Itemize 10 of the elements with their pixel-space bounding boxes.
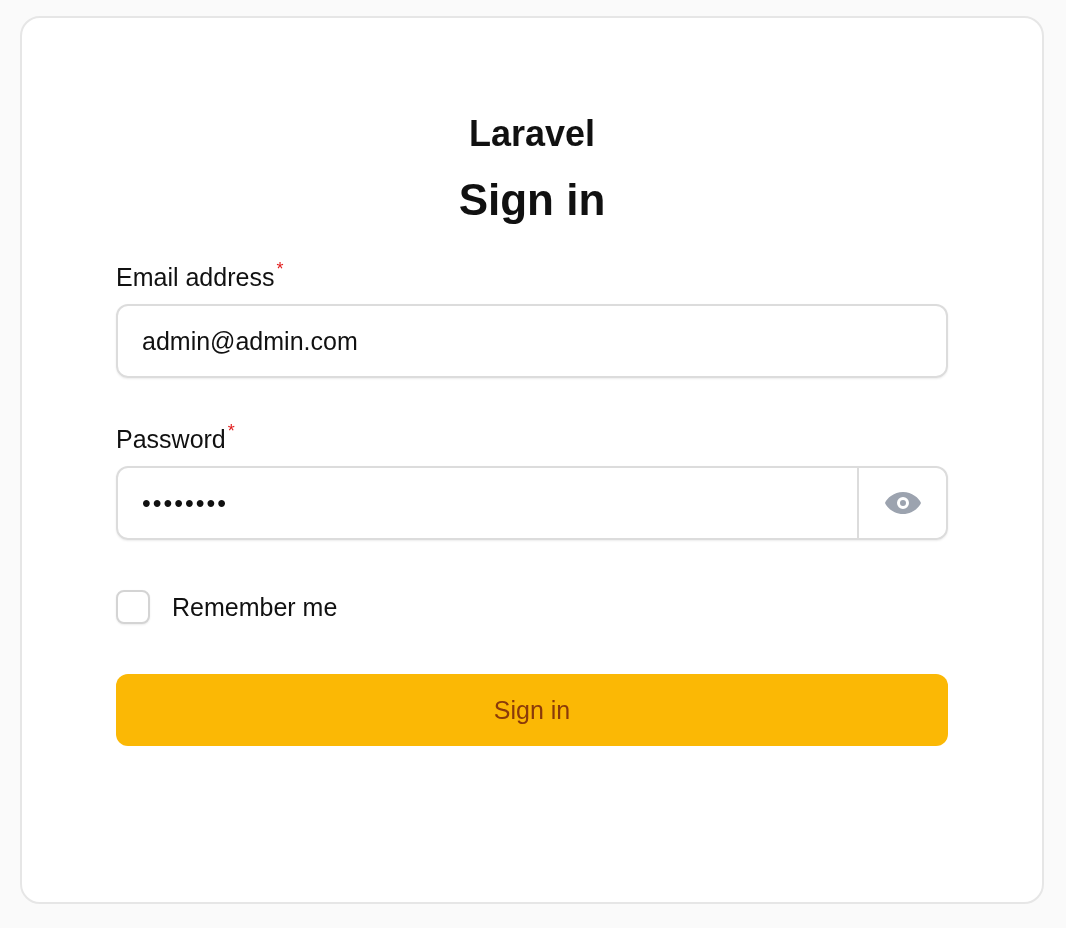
field-label: Password [116, 424, 226, 455]
required-mark: * [227, 422, 235, 440]
checkbox-label: Remember me [172, 592, 338, 622]
email-field[interactable]: admin@admin.com [116, 304, 948, 378]
sign-in-button[interactable]: Sign in [116, 674, 948, 746]
page-heading: Sign in [458, 174, 606, 226]
brand-name: Laravel [468, 112, 596, 156]
required-mark: * [276, 260, 284, 278]
field-label: Email address [116, 262, 275, 293]
remember-checkbox[interactable] [116, 590, 150, 624]
